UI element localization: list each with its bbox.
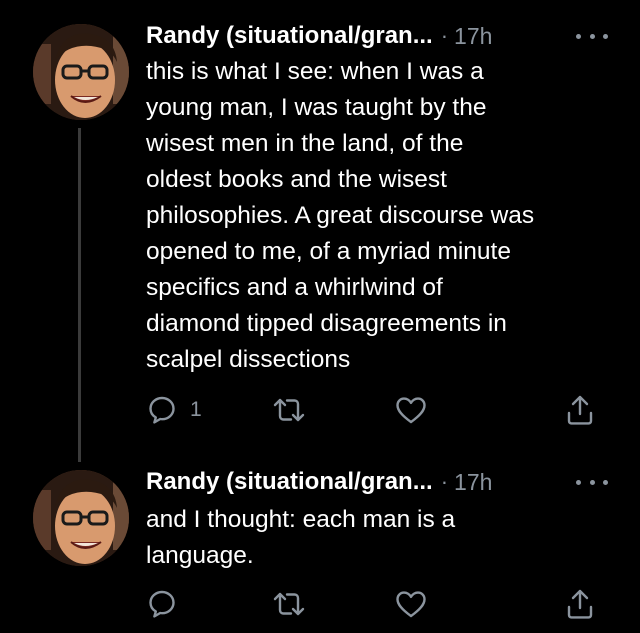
share-icon [567,589,593,619]
tweet-thread: Randy (situational/gran... · 17h this is… [0,0,640,633]
tweet-text-line: scalpel dissections [146,346,351,373]
tweet-text-line: language. [146,542,254,569]
separator-dot: · [440,23,449,48]
tweet-header: Randy (situational/gran... · 17h [146,20,620,52]
tweet-text-line: diamond tipped disagreements in [146,310,507,337]
tweet-text: this is what I see: when I was a young m… [146,54,616,378]
timestamp[interactable]: 17h [454,23,492,50]
share-icon [567,395,593,425]
share-button[interactable] [564,390,596,430]
tweet-text-line: philosophies. A great discourse was [146,202,535,229]
reply-icon [149,396,175,424]
retweet-button[interactable] [271,584,307,624]
avatar-image [33,470,129,566]
timestamp[interactable]: 17h [454,469,492,496]
reply-icon [149,590,175,618]
retweet-icon [273,592,305,616]
retweet-icon [273,398,305,422]
more-options-icon[interactable] [576,470,608,494]
display-name[interactable]: Randy (situational/gran... [146,22,433,50]
tweet-text-line: oldest books and the wisest [146,166,447,193]
tweet[interactable]: Randy (situational/gran... · 17h this is… [0,0,640,462]
separator-dot: · [440,469,449,494]
action-bar [146,584,616,624]
avatar-image [33,24,129,120]
like-button[interactable] [394,390,428,430]
tweet-text-line: young man, I was taught by the [146,94,487,121]
tweet-text-line: wisest men in the land, of the [146,130,464,157]
reply-button[interactable] [146,584,178,624]
tweet[interactable]: Randy (situational/gran... · 17h and I t… [0,452,640,633]
tweet-text-line: and I thought: each man is a [146,506,456,533]
tweet-text-line: this is what I see: when I was a [146,58,484,85]
tweet-text-line: specifics and a whirlwind of [146,274,443,301]
tweet-text: and I thought: each man is a language. [146,502,616,574]
tweet-text-line: opened to me, of a myriad minute [146,238,511,265]
reply-count: 1 [190,398,202,421]
action-bar: 1 [146,390,616,430]
thread-connector-line [78,128,81,462]
retweet-button[interactable] [271,390,307,430]
more-options-icon[interactable] [576,24,608,48]
avatar[interactable] [33,24,129,120]
display-name[interactable]: Randy (situational/gran... [146,468,433,496]
like-button[interactable] [394,584,428,624]
share-button[interactable] [564,584,596,624]
tweet-header: Randy (situational/gran... · 17h [146,466,620,498]
avatar[interactable] [33,470,129,566]
like-icon [396,591,426,618]
reply-button[interactable]: 1 [146,390,202,430]
like-icon [396,397,426,424]
